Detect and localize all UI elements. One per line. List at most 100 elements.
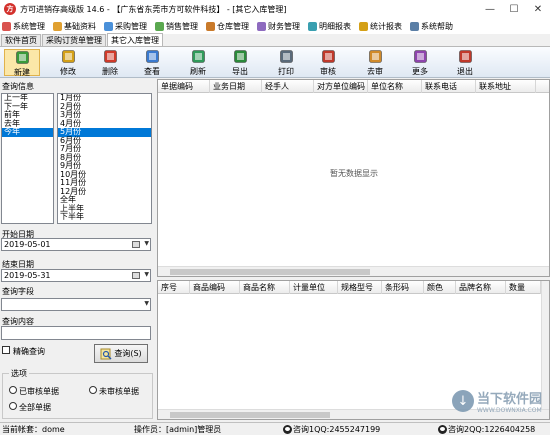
unapproved-radio[interactable] [89, 386, 97, 394]
column-header[interactable]: 数量 [506, 281, 541, 294]
toolbar-button-label: 导出 [232, 67, 248, 76]
document-grid[interactable]: 单据编码 业务日期 经手人 对方单位编码 单位名称 联系电话 联系地址 暂无数据显示 [157, 79, 550, 277]
exact-query-checkbox[interactable] [2, 346, 10, 354]
calendar-icon[interactable] [132, 272, 140, 279]
export-icon [233, 49, 248, 64]
detail-grid-header: 序号 商品编码 商品名称 计量单位 规格型号 条形码 颜色 品牌名称 数量 [158, 281, 549, 294]
column-header[interactable]: 颜色 [424, 281, 456, 294]
tab-strip: 软件首页 采购订货单管理 其它入库管理 [0, 33, 550, 47]
column-header[interactable]: 计量单位 [290, 281, 338, 294]
menu-icon [104, 21, 113, 31]
toolbar-button-export[interactable]: 导出 [222, 49, 258, 76]
end-date-picker[interactable]: 2019-05-31 ▼ [1, 269, 151, 282]
query-content-input[interactable] [1, 326, 151, 340]
menu-item-4[interactable]: 仓库管理 [206, 21, 249, 32]
menu-item-label: 明细报表 [319, 21, 351, 31]
query-button[interactable]: 查询(S) [94, 344, 148, 363]
status-qq2[interactable]: 咨询2QQ:1226404258 [438, 424, 535, 435]
toolbar-button-edit[interactable]: 修改 [50, 49, 86, 76]
menu-item-6[interactable]: 明细报表 [308, 21, 351, 32]
column-header[interactable]: 经手人 [262, 80, 314, 93]
column-header[interactable]: 条形码 [382, 281, 424, 294]
menu-item-5[interactable]: 财务管理 [257, 21, 300, 32]
column-header[interactable]: 单据编码 [158, 80, 210, 93]
menu-item-0[interactable]: 系统管理 [2, 21, 45, 32]
toolbar-button-label: 刷新 [190, 67, 206, 76]
menu-item-8[interactable]: 系统帮助 [410, 21, 453, 32]
toolbar-button-exit[interactable]: 退出 [447, 49, 483, 76]
calendar-icon[interactable] [132, 241, 140, 248]
toolbar-button-approve[interactable]: 审核 [310, 49, 346, 76]
watermark-title: 当下软件园 [476, 392, 542, 407]
scrollbar-thumb[interactable] [170, 269, 370, 275]
column-header[interactable]: 商品编码 [190, 281, 240, 294]
tab-purchase-order[interactable]: 采购订货单管理 [42, 34, 106, 46]
period-list-item[interactable]: 今年 [2, 127, 53, 137]
column-header[interactable]: 业务日期 [210, 80, 262, 93]
column-header[interactable]: 规格型号 [338, 281, 382, 294]
minimize-button[interactable]: — [478, 0, 502, 18]
toolbar-button-label: 修改 [60, 67, 76, 76]
chevron-down-icon[interactable]: ▼ [144, 271, 149, 278]
tab-home[interactable]: 软件首页 [1, 34, 41, 46]
menu-icon [53, 21, 62, 31]
tab-other-stock-in[interactable]: 其它入库管理 [107, 33, 163, 46]
qq-icon [283, 425, 292, 434]
chevron-down-icon[interactable]: ▼ [144, 300, 149, 307]
menu-item-label: 统计报表 [370, 21, 402, 31]
toolbar-button-print[interactable]: 打印 [268, 49, 304, 76]
options-label: 选项 [9, 368, 29, 379]
approved-label: 已审核单据 [19, 387, 59, 396]
menu-item-label: 系统管理 [13, 21, 45, 31]
toolbar-button-view[interactable]: 查看 [134, 49, 170, 76]
menu-item-2[interactable]: 采购管理 [104, 21, 147, 32]
scrollbar-thumb[interactable] [170, 412, 330, 418]
vertical-scrollbar[interactable] [541, 281, 549, 409]
menu-item-7[interactable]: 统计报表 [359, 21, 402, 32]
start-date-picker[interactable]: 2019-05-01 ▼ [1, 238, 151, 251]
watermark-url: WWW.DOWNXIA.COM [476, 407, 542, 414]
toolbar: 新建 修改 删除 查看 刷新 导出 打印 审核 去审 更多 退出 [0, 47, 550, 78]
period-list[interactable]: 上一年 下一年 前年 去年 今年 [1, 93, 54, 224]
month-list[interactable]: 1月份 2月份 3月份 4月份 5月份 6月份 7月份 8月份 9月份 10月份 11月份 12月份全… [57, 93, 152, 224]
all-radio[interactable] [9, 402, 17, 410]
status-bar: 当前帐套：dome 操作员：[admin]管理员 咨询1QQ:245524719… [0, 422, 550, 435]
exit-icon [458, 49, 473, 64]
column-header[interactable]: 对方单位编码 [314, 80, 368, 93]
column-header[interactable]: 联系地址 [476, 80, 536, 93]
month-list-item[interactable]: 下半年 [58, 212, 151, 222]
app-logo-icon: 方 [4, 3, 16, 15]
toolbar-button-new[interactable]: 新建 [4, 49, 40, 77]
menu-item-label: 仓库管理 [217, 21, 249, 31]
menu-item-1[interactable]: 基础资料 [53, 21, 96, 32]
toolbar-button-delete[interactable]: 删除 [92, 49, 128, 76]
toolbar-button-more[interactable]: 更多 [402, 49, 438, 76]
query-info-label: 查询信息 [2, 82, 34, 91]
unapproved-label: 未审核单据 [99, 387, 139, 396]
qq-icon [438, 425, 447, 434]
watermark-logo-icon: ↓ [451, 390, 474, 412]
toolbar-button-unapprove[interactable]: 去审 [357, 49, 393, 76]
column-header[interactable]: 单位名称 [368, 80, 422, 93]
toolbar-button-refresh[interactable]: 刷新 [180, 49, 216, 76]
menu-item-label: 财务管理 [268, 21, 300, 31]
approve-icon [321, 49, 336, 64]
column-header[interactable]: 商品名称 [240, 281, 290, 294]
menu-item-label: 采购管理 [115, 21, 147, 31]
chevron-down-icon[interactable]: ▼ [144, 240, 149, 247]
status-qq1[interactable]: 咨询1QQ:2455247199 [283, 424, 380, 435]
menu-icon [257, 21, 266, 31]
document-grid-header: 单据编码 业务日期 经手人 对方单位编码 单位名称 联系电话 联系地址 [158, 80, 549, 93]
column-header[interactable]: 品牌名称 [456, 281, 506, 294]
toolbar-button-label: 查看 [144, 67, 160, 76]
menu-item-3[interactable]: 销售管理 [155, 21, 198, 32]
menu-icon [410, 21, 419, 31]
column-header[interactable]: 序号 [158, 281, 190, 294]
query-field-select[interactable]: ▼ [1, 298, 151, 311]
column-header[interactable]: 联系电话 [422, 80, 476, 93]
maximize-button[interactable]: ☐ [502, 0, 526, 18]
horizontal-scrollbar[interactable] [158, 266, 549, 276]
menu-icon [308, 21, 317, 31]
close-button[interactable]: ✕ [526, 0, 550, 18]
approved-radio[interactable] [9, 386, 17, 394]
